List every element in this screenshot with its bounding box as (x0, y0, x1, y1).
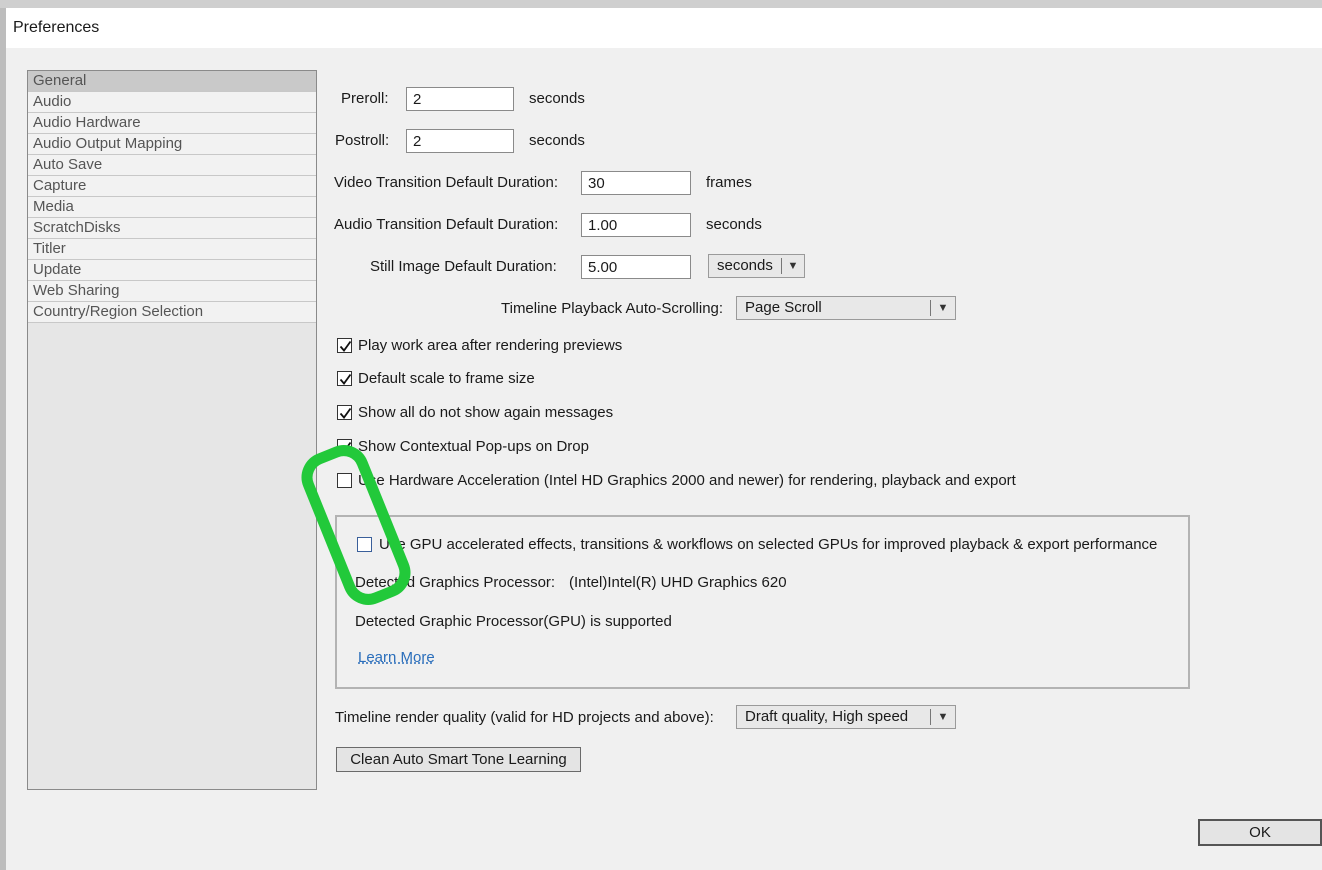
dropdown-arrow-icon: ▼ (937, 302, 949, 314)
render-quality-label: Timeline render quality (valid for HD pr… (335, 709, 714, 726)
category-item-auto-save[interactable]: Auto Save (28, 155, 316, 176)
title-bar: Preferences (6, 8, 1322, 48)
category-item-audio-hardware[interactable]: Audio Hardware (28, 113, 316, 134)
category-item-audio-output-mapping[interactable]: Audio Output Mapping (28, 134, 316, 155)
play-work-area-checkbox[interactable] (337, 338, 352, 353)
preferences-dialog: Preferences General Audio Audio Hardware… (6, 8, 1322, 870)
hardware-acceleration-label: Use Hardware Acceleration (Intel HD Grap… (358, 472, 1016, 489)
category-item-scratchdisks[interactable]: ScratchDisks (28, 218, 316, 239)
gpu-acceleration-label: Use GPU accelerated effects, transitions… (379, 536, 1158, 553)
video-transition-input[interactable] (581, 171, 691, 195)
checkmark-icon (339, 373, 352, 385)
category-list: General Audio Audio Hardware Audio Outpu… (27, 70, 317, 790)
detected-gpu-label: Detected Graphics Processor: (355, 574, 556, 591)
show-messages-checkbox[interactable] (337, 405, 352, 420)
category-item-country-region[interactable]: Country/Region Selection (28, 302, 316, 323)
gpu-support-status: Detected Graphic Processor(GPU) is suppo… (355, 613, 672, 630)
still-image-label: Still Image Default Duration: (370, 258, 557, 275)
learn-more-link[interactable]: Learn More (358, 649, 435, 666)
preroll-input[interactable] (406, 87, 514, 111)
audio-transition-label: Audio Transition Default Duration: (334, 216, 559, 233)
autoscroll-label: Timeline Playback Auto-Scrolling: (501, 300, 724, 317)
show-messages-label: Show all do not show again messages (358, 404, 614, 421)
still-image-unit-select[interactable]: seconds ▼ (708, 254, 805, 278)
audio-transition-unit: seconds (706, 216, 762, 233)
postroll-input[interactable] (406, 129, 514, 153)
render-quality-select[interactable]: Draft quality, High speed ▼ (736, 705, 956, 729)
dropdown-arrow-icon: ▼ (937, 711, 949, 723)
category-item-audio[interactable]: Audio (28, 92, 316, 113)
postroll-unit: seconds (529, 132, 585, 149)
still-image-unit-value: seconds (717, 257, 773, 274)
preroll-unit: seconds (529, 90, 585, 107)
preroll-label: Preroll: (341, 90, 389, 107)
clean-smart-tone-button[interactable]: Clean Auto Smart Tone Learning (336, 747, 581, 772)
contextual-popups-checkbox[interactable] (337, 439, 352, 454)
still-image-input[interactable] (581, 255, 691, 279)
category-item-update[interactable]: Update (28, 260, 316, 281)
checkmark-icon (339, 340, 352, 352)
category-item-general[interactable]: General (28, 71, 316, 92)
video-transition-unit: frames (706, 174, 752, 191)
background-window-strip (0, 0, 1322, 8)
hardware-acceleration-checkbox[interactable] (337, 473, 352, 488)
select-separator (930, 709, 931, 725)
contextual-popups-label: Show Contextual Pop-ups on Drop (358, 438, 589, 455)
play-work-area-label: Play work area after rendering previews (358, 337, 623, 354)
detected-gpu-value: (Intel)Intel(R) UHD Graphics 620 (569, 574, 787, 591)
audio-transition-input[interactable] (581, 213, 691, 237)
dialog-title: Preferences (13, 19, 100, 36)
checkmark-icon (339, 441, 352, 453)
category-item-web-sharing[interactable]: Web Sharing (28, 281, 316, 302)
category-item-titler[interactable]: Titler (28, 239, 316, 260)
checkmark-icon (339, 407, 352, 419)
category-item-capture[interactable]: Capture (28, 176, 316, 197)
default-scale-label: Default scale to frame size (358, 370, 535, 387)
default-scale-checkbox[interactable] (337, 371, 352, 386)
video-transition-label: Video Transition Default Duration: (334, 174, 559, 191)
gpu-acceleration-checkbox[interactable] (357, 537, 372, 552)
select-separator (930, 300, 931, 316)
autoscroll-select[interactable]: Page Scroll ▼ (736, 296, 956, 320)
autoscroll-value: Page Scroll (745, 299, 822, 316)
dropdown-arrow-icon: ▼ (787, 260, 799, 272)
select-separator (781, 258, 782, 274)
category-item-media[interactable]: Media (28, 197, 316, 218)
ok-button[interactable]: OK (1198, 819, 1322, 846)
render-quality-value: Draft quality, High speed (745, 708, 909, 725)
postroll-label: Postroll: (335, 132, 390, 149)
